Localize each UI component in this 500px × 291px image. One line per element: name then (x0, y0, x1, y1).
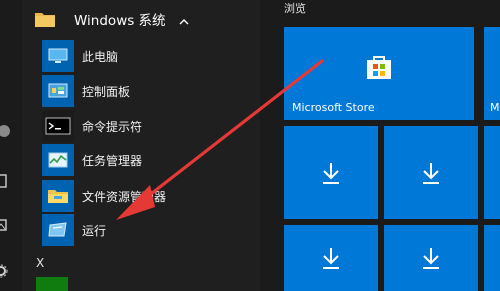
run-icon (42, 214, 74, 246)
app-label: 任务管理器 (82, 153, 143, 168)
download-tile[interactable] (484, 126, 500, 219)
download-icon (384, 225, 478, 291)
download-tile[interactable] (384, 225, 478, 291)
chevron-up-icon (178, 13, 190, 25)
store-icon (284, 27, 474, 107)
folder-icon (34, 10, 56, 28)
tile-label: M (490, 101, 500, 114)
tiles-group-header[interactable]: 浏览 (284, 0, 306, 16)
tiles-area: 浏览 Microsoft Store M (260, 0, 500, 291)
microsoft-store-tile[interactable]: Microsoft Store (284, 27, 474, 120)
app-item-this-pc[interactable]: 此电脑 (42, 38, 242, 74)
app-item-command-prompt[interactable]: 命令提示符 (42, 108, 242, 144)
this-pc-icon (42, 40, 74, 72)
partial-tile[interactable]: M (484, 27, 500, 120)
pictures-icon[interactable] (0, 218, 12, 232)
control-panel-icon (42, 75, 74, 107)
command-prompt-icon (42, 110, 74, 142)
download-tile[interactable] (284, 126, 378, 219)
app-item-control-panel[interactable]: 控制面板 (42, 73, 242, 109)
download-icon (284, 225, 378, 291)
app-label: 控制面板 (82, 84, 131, 99)
user-avatar-icon[interactable] (0, 124, 12, 138)
app-item-file-explorer[interactable]: 文件资源管理器 (42, 178, 242, 214)
documents-icon[interactable] (0, 174, 12, 188)
app-label: 命令提示符 (82, 119, 143, 134)
section-letter-x[interactable]: X (36, 256, 44, 270)
task-manager-icon (42, 144, 74, 176)
app-item-run[interactable]: 运行 (42, 212, 242, 248)
app-item-task-manager[interactable]: 任务管理器 (42, 142, 242, 178)
download-icon (384, 126, 478, 219)
app-label: 文件资源管理器 (82, 189, 167, 204)
app-label: 此电脑 (82, 49, 119, 64)
download-icon (284, 126, 378, 219)
xbox-app-icon[interactable] (36, 277, 68, 291)
app-list: Windows 系统 此电脑 控制面板 命令提示符 任务管理器 文件资源管理器 (22, 0, 260, 291)
app-label: 运行 (82, 223, 107, 238)
start-left-rail (0, 0, 22, 291)
group-label: Windows 系统 (74, 13, 166, 29)
file-explorer-icon (42, 180, 74, 212)
tile-label: Microsoft Store (292, 101, 375, 114)
windows-system-folder[interactable]: Windows 系统 (30, 4, 258, 34)
download-tile[interactable] (484, 225, 500, 291)
settings-gear-icon[interactable] (0, 264, 12, 278)
download-tile[interactable] (384, 126, 478, 219)
download-tile[interactable] (284, 225, 378, 291)
